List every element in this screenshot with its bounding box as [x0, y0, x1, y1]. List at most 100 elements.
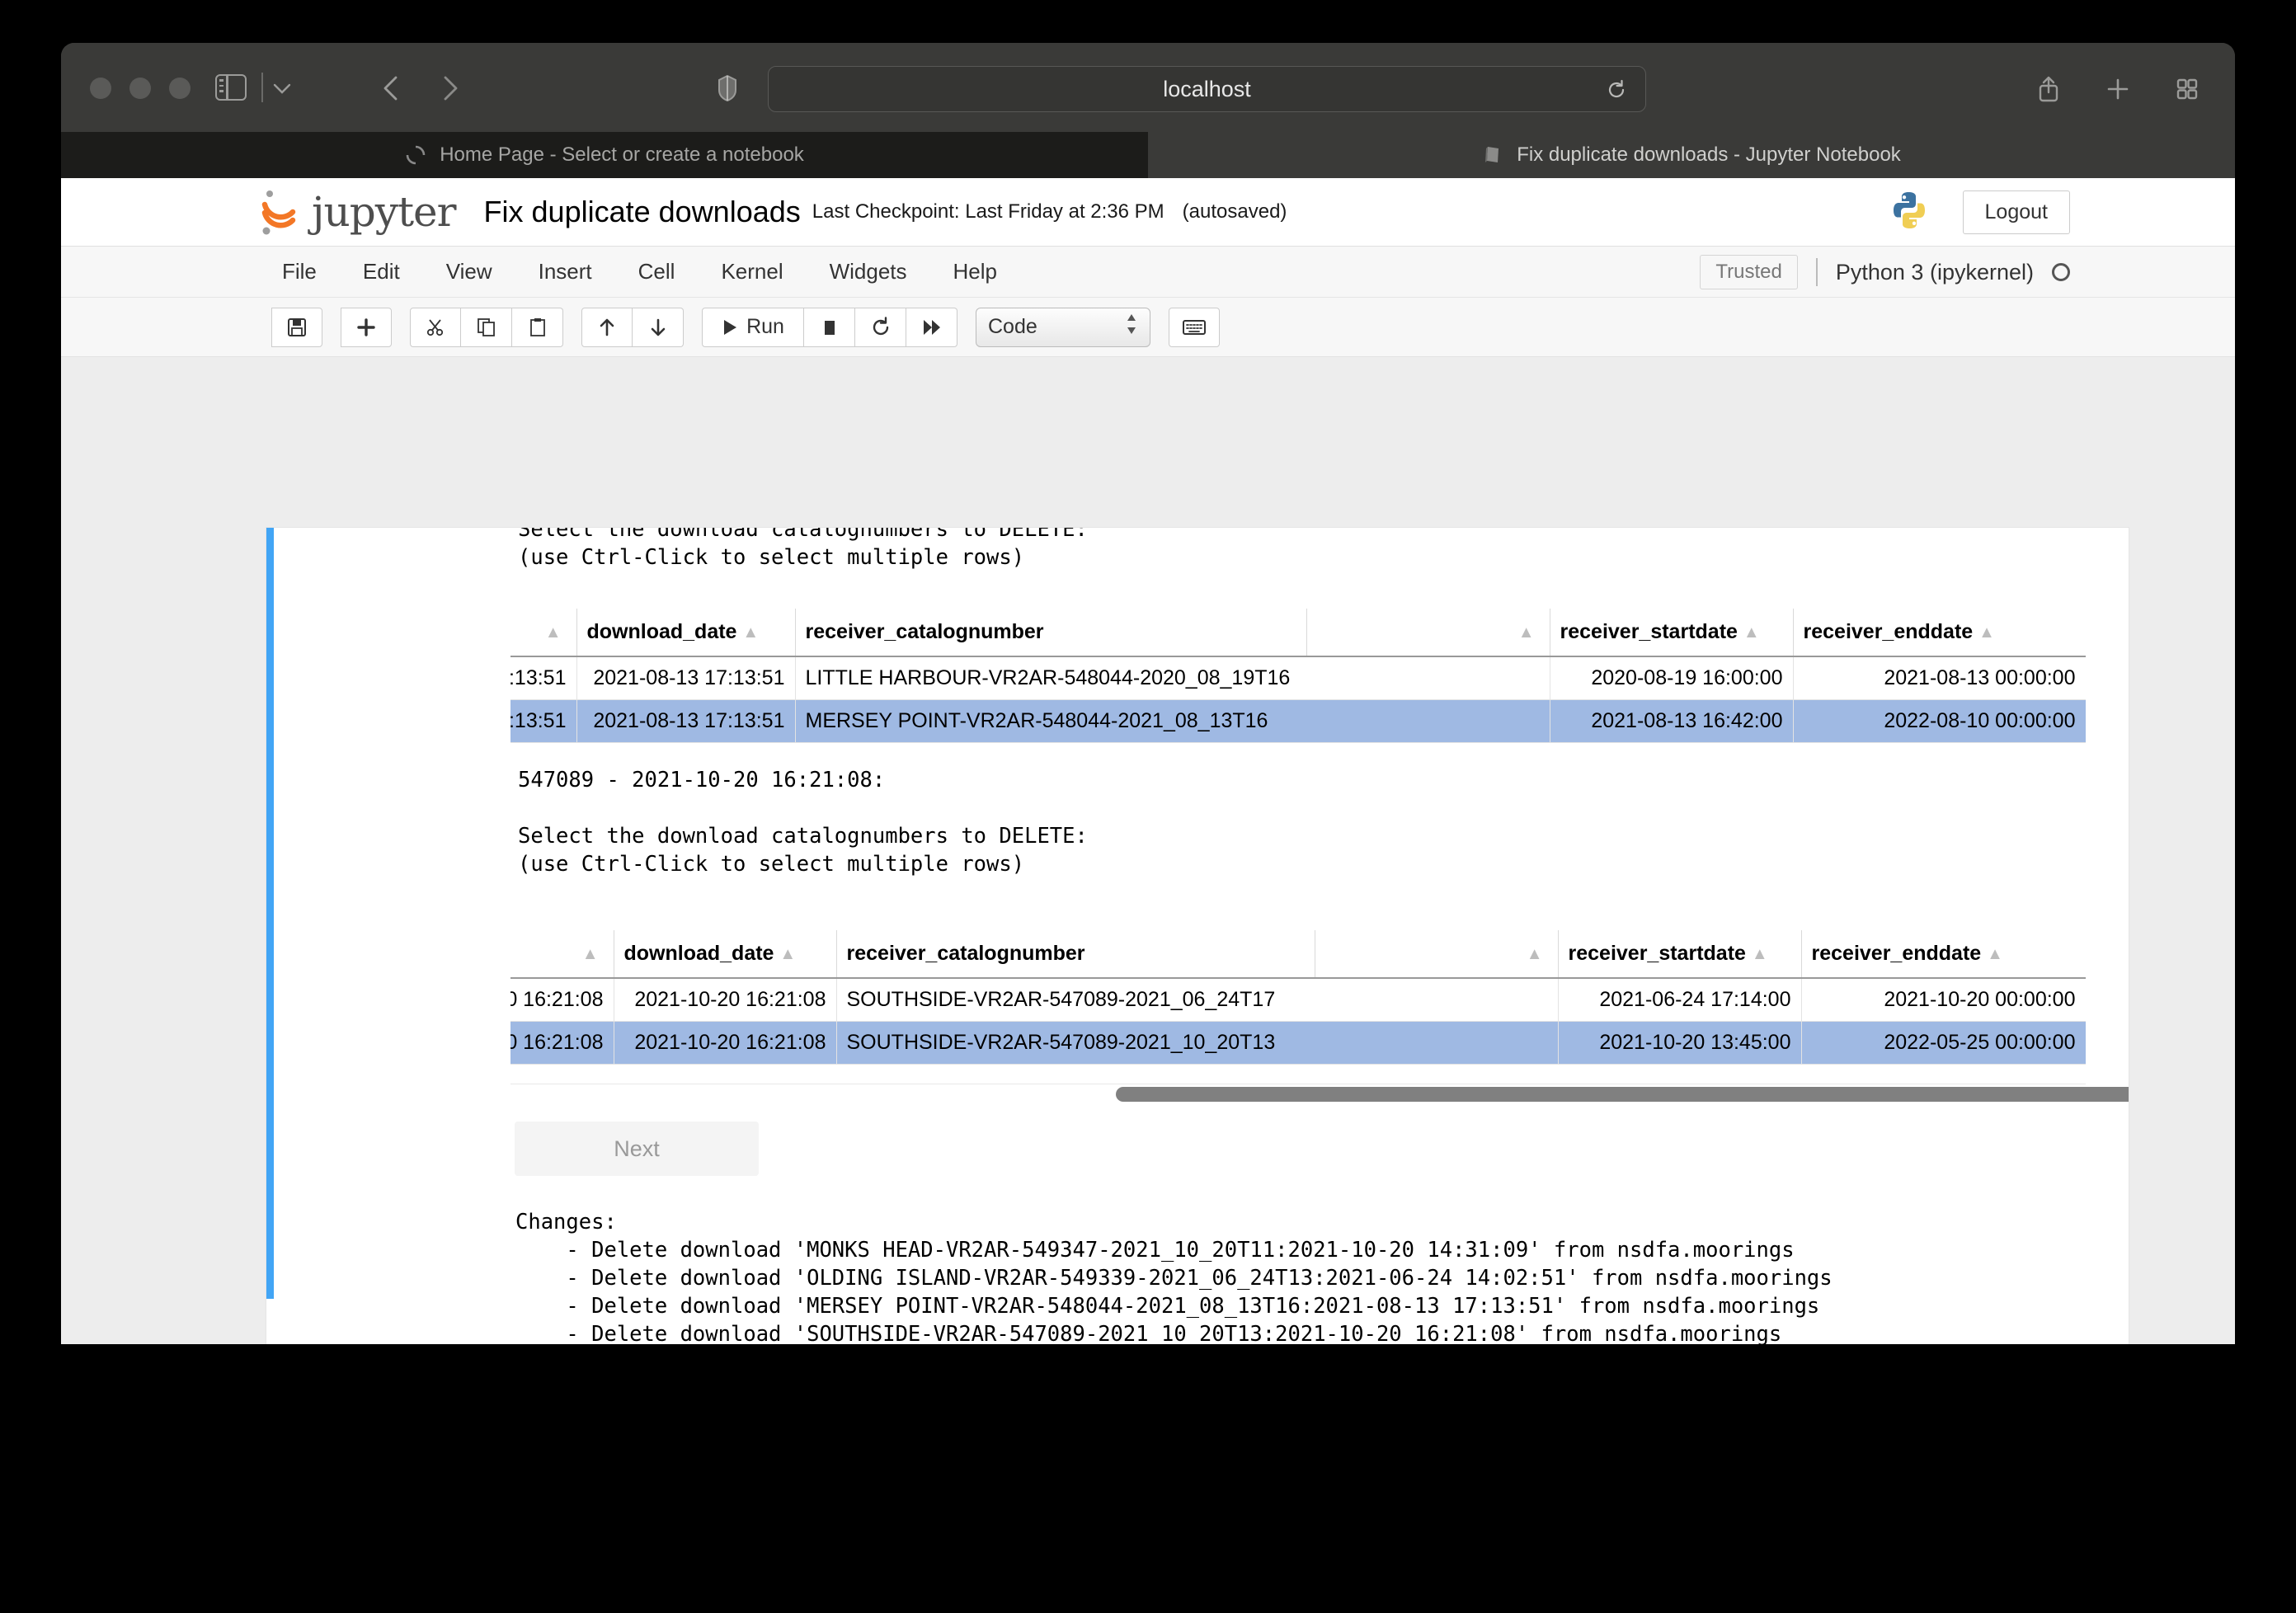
window-controls[interactable]	[90, 78, 191, 99]
cell-type-select[interactable]: Code	[976, 307, 1150, 347]
cell-receiver-catalognumber: SOUTHSIDE-VR2AR-547089-2021_06_24T17	[836, 978, 1559, 1022]
kernel-idle-icon	[2052, 263, 2070, 281]
back-arrow-icon[interactable]	[376, 73, 407, 104]
address-text: localhost	[1163, 76, 1251, 101]
play-icon	[724, 319, 737, 335]
horizontal-scrollbar[interactable]	[1116, 1087, 2129, 1102]
cell-download-date: 2021-08-13 17:13:51	[576, 656, 796, 700]
next-button[interactable]: Next	[515, 1122, 759, 1176]
forward-arrow-icon[interactable]	[434, 73, 465, 104]
run-button[interactable]: Run	[702, 307, 804, 347]
cell-receiver-startdate: 2021-08-13 16:42:00	[1550, 699, 1794, 743]
jupyter-logo-icon	[261, 190, 296, 235]
share-icon[interactable]	[2034, 74, 2063, 104]
menu-kernel[interactable]: Kernel	[721, 259, 783, 285]
arrow-down-icon[interactable]	[633, 307, 684, 347]
th-receiver-enddate[interactable]: receiver_enddate ▲	[1793, 609, 2086, 657]
downloads-table-1-wrapper: ▲ download_date ▲ receiver_catalognumber…	[510, 609, 2086, 743]
notebook-checkpoint: Last Checkpoint: Last Friday at 2:36 PM	[812, 200, 1164, 223]
restart-circular-arrow-icon[interactable]	[855, 307, 906, 347]
menu-help[interactable]: Help	[953, 259, 997, 285]
th-receiver-startdate[interactable]: receiver_startdate ▲	[1558, 930, 1802, 979]
cell-index: -10-20 16:21:08	[510, 978, 614, 1022]
sort-asc-icon: ▲	[1751, 945, 1768, 963]
close-window-button[interactable]	[90, 78, 111, 99]
jupyter-logo[interactable]: jupyter	[259, 186, 457, 237]
output-line-hint-1: (use Ctrl-Click to select multiple rows)	[518, 545, 1025, 570]
address-bar[interactable]: localhost	[768, 66, 1646, 112]
fast-forward-icon[interactable]	[906, 307, 957, 347]
logout-button[interactable]: Logout	[1962, 190, 2070, 234]
th-download-date[interactable]: download_date ▲	[576, 609, 796, 657]
th-index[interactable]: ▲	[510, 930, 614, 979]
th-receiver-enddate[interactable]: receiver_enddate ▲	[1801, 930, 2086, 979]
th-receiver-catalognumber[interactable]: receiver_catalognumber	[836, 930, 1315, 979]
maximize-window-button[interactable]	[169, 78, 191, 99]
stepper-arrows-icon	[1125, 312, 1138, 342]
menubar-status-area: Trusted Python 3 (ipykernel)	[1700, 247, 2070, 298]
sort-asc-icon: ▲	[1517, 623, 1535, 642]
reload-icon[interactable]	[1606, 79, 1627, 101]
paste-icon[interactable]	[512, 307, 563, 347]
cell-output: Select the download catalognumbers to DE…	[266, 528, 2129, 1344]
notebook-autosaved-status: (autosaved)	[1182, 200, 1287, 223]
sort-asc-icon: ▲	[1526, 945, 1543, 963]
th-receiver-startdate[interactable]: receiver_startdate ▲	[1550, 609, 1794, 657]
sort-asc-icon: ▲	[544, 623, 562, 642]
cell-index: 7:13:51	[510, 699, 577, 743]
minimize-window-button[interactable]	[129, 78, 151, 99]
cell-receiver-enddate: 2021-08-13 00:00:00	[1793, 656, 2086, 700]
menu-widgets[interactable]: Widgets	[830, 259, 907, 285]
cell-download-date: 2021-08-13 17:13:51	[576, 699, 796, 743]
menu-insert[interactable]: Insert	[539, 259, 592, 285]
trusted-badge[interactable]: Trusted	[1700, 255, 1798, 289]
output-line-prompt-1: Select the download catalognumbers to DE…	[518, 527, 1088, 542]
output-line-prompt-2: Select the download catalognumbers to DE…	[518, 824, 1088, 849]
table-header-row: ▲ download_date ▲ receiver_catalognumber…	[510, 609, 2086, 657]
menu-view[interactable]: View	[446, 259, 492, 285]
cell-receiver-startdate: 2020-08-19 16:00:00	[1550, 656, 1794, 700]
run-group: Run	[702, 307, 957, 347]
keyboard-icon[interactable]	[1169, 307, 1220, 347]
browser-tab-notebook[interactable]: Fix duplicate downloads - Jupyter Notebo…	[1148, 132, 2235, 178]
kernel-divider	[1815, 258, 1818, 286]
browser-window: localhost Home Page - Select or create a…	[61, 43, 2235, 1344]
change-line: - Delete download 'MERSEY POINT-VR2AR-54…	[515, 1294, 1820, 1319]
chevron-down-icon[interactable]	[271, 80, 293, 96]
cell-receiver-enddate: 2021-10-20 00:00:00	[1801, 978, 2086, 1022]
scissors-icon[interactable]	[410, 307, 461, 347]
insert-group	[341, 307, 392, 347]
plus-icon[interactable]	[341, 307, 392, 347]
notebook-title[interactable]: Fix duplicate downloads	[484, 195, 801, 229]
menu-file[interactable]: File	[282, 259, 317, 285]
change-line: - Delete download 'SOUTHSIDE-VR2AR-54708…	[515, 1322, 1782, 1344]
change-line: - Delete download 'MONKS HEAD-VR2AR-5493…	[515, 1238, 1795, 1263]
jupyter-favicon	[405, 144, 426, 166]
menu-cell[interactable]: Cell	[638, 259, 675, 285]
move-group	[581, 307, 684, 347]
browser-tab-home[interactable]: Home Page - Select or create a notebook	[61, 132, 1148, 178]
table-row[interactable]: -10-20 16:21:08 2021-10-20 16:21:08 SOUT…	[510, 978, 2086, 1022]
cell-index: 3 17:13:51	[510, 656, 577, 700]
th-index[interactable]: ▲	[510, 609, 577, 657]
plus-icon[interactable]	[2103, 74, 2133, 104]
table-row[interactable]: -10-20 16:21:08 2021-10-20 16:21:08 SOUT…	[510, 1021, 2086, 1065]
th-spacer: ▲	[1315, 930, 1559, 979]
tab-overview-icon[interactable]	[2172, 74, 2202, 104]
kernel-name[interactable]: Python 3 (ipykernel)	[1836, 260, 2034, 285]
downloads-table-2: ▲ download_date ▲ receiver_catalognumber…	[510, 930, 2086, 1065]
th-download-date[interactable]: download_date ▲	[614, 930, 837, 979]
copy-icon[interactable]	[461, 307, 512, 347]
arrow-up-icon[interactable]	[581, 307, 633, 347]
th-receiver-catalognumber[interactable]: receiver_catalognumber	[795, 609, 1307, 657]
cell-download-date: 2021-10-20 16:21:08	[614, 978, 837, 1022]
stop-square-icon[interactable]	[804, 307, 855, 347]
menu-edit[interactable]: Edit	[363, 259, 400, 285]
save-icon[interactable]	[271, 307, 322, 347]
table-row[interactable]: 7:13:51 2021-08-13 17:13:51 MERSEY POINT…	[510, 699, 2086, 743]
table-row[interactable]: 3 17:13:51 2021-08-13 17:13:51 LITTLE HA…	[510, 656, 2086, 700]
clipboard-group	[410, 307, 563, 347]
sidebar-toggle-icon[interactable]	[215, 74, 247, 101]
shield-icon[interactable]	[717, 74, 738, 102]
browser-tab-notebook-label: Fix duplicate downloads - Jupyter Notebo…	[1517, 143, 1901, 166]
